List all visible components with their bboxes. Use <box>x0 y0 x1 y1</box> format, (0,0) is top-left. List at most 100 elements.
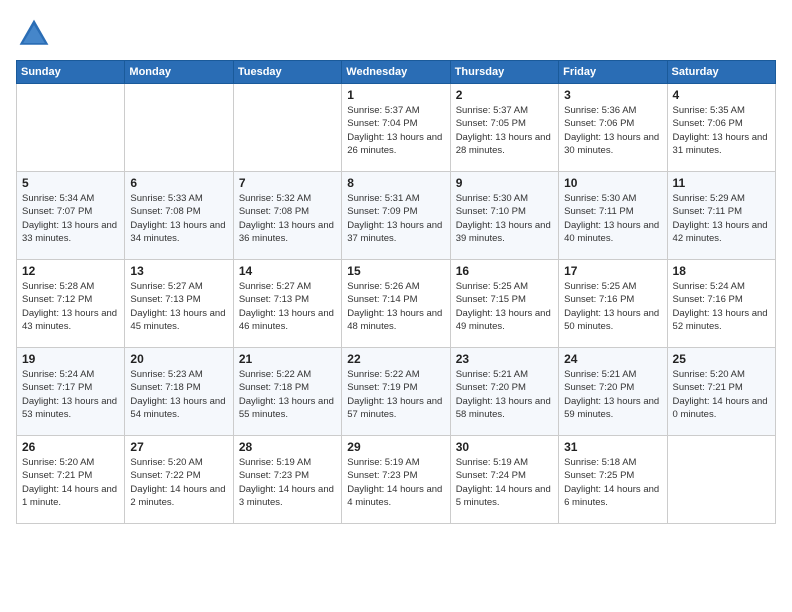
day-number: 22 <box>347 352 444 366</box>
calendar-cell: 21 Sunrise: 5:22 AMSunset: 7:18 PMDayligh… <box>233 348 341 436</box>
calendar-cell: 27 Sunrise: 5:20 AMSunset: 7:22 PMDayligh… <box>125 436 233 524</box>
day-header-sunday: Sunday <box>17 61 125 84</box>
day-number: 31 <box>564 440 661 454</box>
day-number: 4 <box>673 88 770 102</box>
day-info: Sunrise: 5:19 AMSunset: 7:23 PMDaylight:… <box>239 456 336 509</box>
day-info: Sunrise: 5:34 AMSunset: 7:07 PMDaylight:… <box>22 192 119 245</box>
day-number: 19 <box>22 352 119 366</box>
day-number: 11 <box>673 176 770 190</box>
day-header-thursday: Thursday <box>450 61 558 84</box>
day-info: Sunrise: 5:31 AMSunset: 7:09 PMDaylight:… <box>347 192 444 245</box>
calendar-cell: 3 Sunrise: 5:36 AMSunset: 7:06 PMDaylight… <box>559 84 667 172</box>
day-info: Sunrise: 5:25 AMSunset: 7:16 PMDaylight:… <box>564 280 661 333</box>
calendar-cell: 13Sunrise: 5:27 AMSunset: 7:13 PMDayligh… <box>125 260 233 348</box>
day-number: 29 <box>347 440 444 454</box>
calendar-cell: 8Sunrise: 5:31 AMSunset: 7:09 PMDaylight… <box>342 172 450 260</box>
day-number: 12 <box>22 264 119 278</box>
day-info: Sunrise: 5:21 AMSunset: 7:20 PMDaylight:… <box>456 368 553 421</box>
day-info: Sunrise: 5:32 AMSunset: 7:08 PMDaylight:… <box>239 192 336 245</box>
day-number: 26 <box>22 440 119 454</box>
day-header-friday: Friday <box>559 61 667 84</box>
day-info: Sunrise: 5:20 AMSunset: 7:22 PMDaylight:… <box>130 456 227 509</box>
day-number: 21 <box>239 352 336 366</box>
day-header-wednesday: Wednesday <box>342 61 450 84</box>
day-info: Sunrise: 5:21 AMSunset: 7:20 PMDaylight:… <box>564 368 661 421</box>
calendar-cell: 14Sunrise: 5:27 AMSunset: 7:13 PMDayligh… <box>233 260 341 348</box>
day-number: 30 <box>456 440 553 454</box>
day-info: Sunrise: 5:25 AMSunset: 7:15 PMDaylight:… <box>456 280 553 333</box>
calendar-cell: 2 Sunrise: 5:37 AMSunset: 7:05 PMDaylight… <box>450 84 558 172</box>
day-number: 27 <box>130 440 227 454</box>
calendar-table: SundayMondayTuesdayWednesdayThursdayFrid… <box>16 60 776 524</box>
day-info: Sunrise: 5:19 AMSunset: 7:24 PMDaylight:… <box>456 456 553 509</box>
day-number: 5 <box>22 176 119 190</box>
day-number: 16 <box>456 264 553 278</box>
header-row: SundayMondayTuesdayWednesdayThursdayFrid… <box>17 61 776 84</box>
logo <box>16 16 58 52</box>
calendar-week-5: 26 Sunrise: 5:20 AMSunset: 7:21 PMDayligh… <box>17 436 776 524</box>
calendar-cell: 9Sunrise: 5:30 AMSunset: 7:10 PMDaylight… <box>450 172 558 260</box>
day-number: 20 <box>130 352 227 366</box>
day-info: Sunrise: 5:24 AMSunset: 7:17 PMDaylight:… <box>22 368 119 421</box>
day-info: Sunrise: 5:22 AMSunset: 7:19 PMDaylight:… <box>347 368 444 421</box>
calendar-cell: 6Sunrise: 5:33 AMSunset: 7:08 PMDaylight… <box>125 172 233 260</box>
day-info: Sunrise: 5:24 AMSunset: 7:16 PMDaylight:… <box>673 280 770 333</box>
calendar-cell: 22 Sunrise: 5:22 AMSunset: 7:19 PMDayligh… <box>342 348 450 436</box>
day-number: 7 <box>239 176 336 190</box>
calendar-cell <box>17 84 125 172</box>
calendar-cell: 30 Sunrise: 5:19 AMSunset: 7:24 PMDayligh… <box>450 436 558 524</box>
calendar-cell: 12 Sunrise: 5:28 AMSunset: 7:12 PMDayligh… <box>17 260 125 348</box>
day-info: Sunrise: 5:37 AMSunset: 7:05 PMDaylight:… <box>456 104 553 157</box>
calendar-week-4: 19 Sunrise: 5:24 AMSunset: 7:17 PMDayligh… <box>17 348 776 436</box>
calendar-week-3: 12 Sunrise: 5:28 AMSunset: 7:12 PMDayligh… <box>17 260 776 348</box>
calendar-cell: 31 Sunrise: 5:18 AMSunset: 7:25 PMDayligh… <box>559 436 667 524</box>
calendar-cell: 23 Sunrise: 5:21 AMSunset: 7:20 PMDayligh… <box>450 348 558 436</box>
calendar-week-2: 5 Sunrise: 5:34 AMSunset: 7:07 PMDaylight… <box>17 172 776 260</box>
day-number: 28 <box>239 440 336 454</box>
day-number: 25 <box>673 352 770 366</box>
day-info: Sunrise: 5:36 AMSunset: 7:06 PMDaylight:… <box>564 104 661 157</box>
calendar-cell <box>233 84 341 172</box>
calendar-cell: 26 Sunrise: 5:20 AMSunset: 7:21 PMDayligh… <box>17 436 125 524</box>
day-number: 17 <box>564 264 661 278</box>
calendar-cell: 10 Sunrise: 5:30 AMSunset: 7:11 PMDayligh… <box>559 172 667 260</box>
calendar-week-1: 1Sunrise: 5:37 AMSunset: 7:04 PMDaylight… <box>17 84 776 172</box>
calendar-cell: 16 Sunrise: 5:25 AMSunset: 7:15 PMDayligh… <box>450 260 558 348</box>
day-number: 24 <box>564 352 661 366</box>
day-number: 18 <box>673 264 770 278</box>
page-header <box>16 16 776 52</box>
day-info: Sunrise: 5:37 AMSunset: 7:04 PMDaylight:… <box>347 104 444 157</box>
calendar-cell: 19 Sunrise: 5:24 AMSunset: 7:17 PMDayligh… <box>17 348 125 436</box>
calendar-cell: 25 Sunrise: 5:20 AMSunset: 7:21 PMDayligh… <box>667 348 775 436</box>
calendar-cell: 28 Sunrise: 5:19 AMSunset: 7:23 PMDayligh… <box>233 436 341 524</box>
day-info: Sunrise: 5:20 AMSunset: 7:21 PMDaylight:… <box>673 368 770 421</box>
calendar-cell: 17 Sunrise: 5:25 AMSunset: 7:16 PMDayligh… <box>559 260 667 348</box>
calendar-cell: 1Sunrise: 5:37 AMSunset: 7:04 PMDaylight… <box>342 84 450 172</box>
calendar-cell <box>667 436 775 524</box>
day-info: Sunrise: 5:33 AMSunset: 7:08 PMDaylight:… <box>130 192 227 245</box>
day-info: Sunrise: 5:27 AMSunset: 7:13 PMDaylight:… <box>239 280 336 333</box>
day-number: 9 <box>456 176 553 190</box>
calendar-cell: 5 Sunrise: 5:34 AMSunset: 7:07 PMDaylight… <box>17 172 125 260</box>
calendar-cell: 11 Sunrise: 5:29 AMSunset: 7:11 PMDayligh… <box>667 172 775 260</box>
logo-icon <box>16 16 52 52</box>
day-info: Sunrise: 5:18 AMSunset: 7:25 PMDaylight:… <box>564 456 661 509</box>
day-number: 15 <box>347 264 444 278</box>
calendar-cell: 20 Sunrise: 5:23 AMSunset: 7:18 PMDayligh… <box>125 348 233 436</box>
day-info: Sunrise: 5:30 AMSunset: 7:11 PMDaylight:… <box>564 192 661 245</box>
day-info: Sunrise: 5:28 AMSunset: 7:12 PMDaylight:… <box>22 280 119 333</box>
day-info: Sunrise: 5:23 AMSunset: 7:18 PMDaylight:… <box>130 368 227 421</box>
day-info: Sunrise: 5:20 AMSunset: 7:21 PMDaylight:… <box>22 456 119 509</box>
calendar-cell: 7 Sunrise: 5:32 AMSunset: 7:08 PMDaylight… <box>233 172 341 260</box>
day-number: 10 <box>564 176 661 190</box>
calendar-cell: 24 Sunrise: 5:21 AMSunset: 7:20 PMDayligh… <box>559 348 667 436</box>
day-number: 23 <box>456 352 553 366</box>
day-number: 2 <box>456 88 553 102</box>
day-info: Sunrise: 5:35 AMSunset: 7:06 PMDaylight:… <box>673 104 770 157</box>
day-number: 3 <box>564 88 661 102</box>
calendar-cell: 29Sunrise: 5:19 AMSunset: 7:23 PMDayligh… <box>342 436 450 524</box>
day-info: Sunrise: 5:29 AMSunset: 7:11 PMDaylight:… <box>673 192 770 245</box>
day-info: Sunrise: 5:22 AMSunset: 7:18 PMDaylight:… <box>239 368 336 421</box>
day-info: Sunrise: 5:26 AMSunset: 7:14 PMDaylight:… <box>347 280 444 333</box>
calendar-cell: 15 Sunrise: 5:26 AMSunset: 7:14 PMDayligh… <box>342 260 450 348</box>
